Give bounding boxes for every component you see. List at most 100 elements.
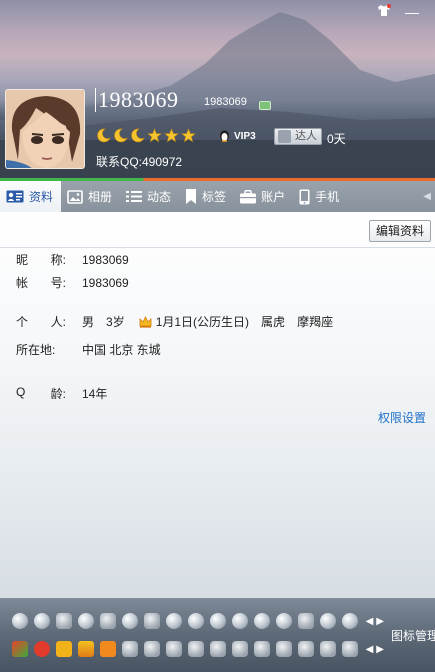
penguin-icon[interactable] (56, 613, 72, 629)
permission-settings-link[interactable]: 权限设置 (378, 409, 426, 426)
star-icon (164, 128, 179, 143)
profile-content: 编辑资料 昵称: 1983069 帐号: 1983069 个人: 男 3岁 1月… (0, 212, 435, 598)
tab-account[interactable]: 账户 (234, 181, 293, 212)
diamond-icon[interactable] (188, 613, 204, 629)
tab-profile[interactable]: 资料 (0, 181, 62, 212)
icon-row-1 (12, 613, 358, 629)
star-icon (181, 128, 196, 143)
crown-icon (139, 315, 152, 328)
tab-feed[interactable]: 动态 (120, 181, 179, 212)
hat-icon[interactable] (232, 641, 248, 657)
heart-gem-icon[interactable] (342, 613, 358, 629)
personal-row: 个人: 男 3岁 1月1日(公历生日) 属虎 摩羯座 (16, 313, 333, 330)
mail-icon[interactable] (276, 641, 292, 657)
app-icon[interactable] (12, 641, 28, 657)
diamond-icon[interactable] (320, 613, 336, 629)
tab-album[interactable]: 相册 (61, 181, 120, 212)
briefcase-icon (240, 189, 257, 203)
penguin-icon[interactable] (100, 613, 116, 629)
nickname-label: 昵称: (16, 253, 66, 267)
location-value: 中国 北京 东城 (82, 343, 161, 357)
shirt-icon[interactable] (377, 4, 391, 20)
game-icon[interactable] (144, 613, 160, 629)
heart-gem-icon[interactable] (34, 613, 50, 629)
icon-row-1-arrows[interactable]: ◀▶ (366, 616, 387, 627)
moon-icon (97, 128, 111, 143)
vip-badge[interactable]: VIP3 (218, 130, 256, 142)
qage-value: 14年 (82, 387, 108, 401)
pet-icon[interactable] (78, 641, 94, 657)
tab-label: 相册 (88, 190, 113, 204)
diamond-icon[interactable] (122, 613, 138, 629)
qage-label: Q 龄: (16, 385, 66, 401)
qage-row: Q 龄: 14年 (16, 385, 107, 402)
diamond-icon[interactable] (166, 613, 182, 629)
daren-label: 达人 (295, 130, 317, 142)
diamond-icon[interactable] (254, 613, 270, 629)
window-controls: — (377, 4, 419, 20)
star-badge-icon[interactable] (298, 613, 314, 629)
birthday-value: 1月1日(公历生日) (155, 315, 250, 329)
daren-badge[interactable]: 达人 (274, 128, 322, 145)
avatar[interactable] (5, 89, 85, 169)
penguin-icon[interactable] (342, 641, 358, 657)
shield-icon[interactable] (254, 641, 270, 657)
vip-label: VIP3 (234, 130, 256, 142)
service-icon-bar: ◀▶ ◀▶ 图标管理 (0, 598, 435, 672)
personal-label: 个人: (16, 315, 66, 329)
feed-icon (126, 191, 143, 202)
profile-tabs: 资料 相册 动态 标签 账户 手机 ◀ (0, 181, 435, 212)
signature-tag-icon[interactable] (259, 101, 271, 110)
red-badge-icon[interactable] (34, 641, 50, 657)
minimize-button[interactable]: — (405, 4, 419, 20)
tab-label: 标签 (202, 190, 227, 204)
icon-row-2 (12, 641, 358, 657)
phone-icon (299, 189, 310, 204)
qq-level-icons[interactable] (96, 128, 196, 143)
moon-icon (114, 128, 128, 143)
account-row: 帐号: 1983069 (16, 274, 129, 291)
diamond-icon[interactable] (232, 613, 248, 629)
penguin-icon (220, 130, 229, 142)
diamond-icon[interactable] (210, 613, 226, 629)
app-text-icon[interactable] (166, 641, 182, 657)
daren-days: 0天 (327, 132, 346, 146)
profile-card-icon (6, 190, 24, 203)
nickname-value: 1983069 (82, 252, 129, 267)
gender-value: 男 (82, 315, 95, 329)
tab-tags[interactable]: 标签 (179, 181, 234, 212)
tab-label: 动态 (147, 190, 172, 204)
tab-phone[interactable]: 手机 (293, 181, 347, 212)
bookmark-icon (186, 189, 197, 204)
zodiac-value: 属虎 (261, 315, 286, 329)
night-icon[interactable] (320, 641, 336, 657)
nickname-title[interactable]: 1983069 (95, 88, 179, 112)
diamond-icon[interactable] (78, 613, 94, 629)
icon-manage-link[interactable]: 图标管理 (391, 627, 435, 644)
star-icon (147, 128, 162, 143)
moon-icon (131, 128, 145, 143)
photo-icon (67, 189, 83, 204)
account-value: 1983069 (82, 275, 129, 290)
account-label: 帐号: (16, 276, 66, 290)
tab-scroll-left-icon[interactable]: ◀ (423, 191, 435, 202)
tab-label: 资料 (29, 190, 54, 204)
chat-icon[interactable] (210, 641, 226, 657)
yellow-badge-icon[interactable] (56, 641, 72, 657)
contact-qq: 联系QQ:490972 (96, 155, 183, 169)
star-badge-icon[interactable] (122, 641, 138, 657)
diamond-icon[interactable] (276, 613, 292, 629)
nickname-row: 昵称: 1983069 (16, 251, 129, 268)
p-badge-icon[interactable] (144, 641, 160, 657)
orange-badge-icon[interactable] (100, 641, 116, 657)
divider (0, 247, 435, 248)
profile-header: — 1983069 1983069 VIP3 达人 0天 联系QQ:490972 (0, 0, 435, 182)
daren-icon (278, 130, 291, 143)
qq-number-small: 1983069 (204, 96, 247, 108)
camera-icon[interactable] (188, 641, 204, 657)
edit-profile-button[interactable]: 编辑资料 (369, 220, 431, 242)
search-icon[interactable] (298, 641, 314, 657)
age-value: 3岁 (106, 315, 125, 329)
icon-row-2-arrows[interactable]: ◀▶ (366, 644, 387, 655)
heart-gem-icon[interactable] (12, 613, 28, 629)
